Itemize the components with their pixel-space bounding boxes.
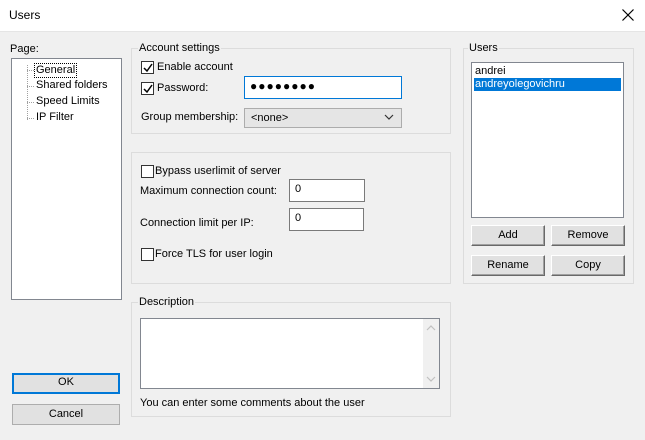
- page-item-shared-folders[interactable]: Shared folders: [36, 79, 108, 92]
- description-textarea[interactable]: [140, 318, 440, 389]
- account-settings-legend: Account settings: [138, 42, 221, 54]
- page-item-general[interactable]: General: [34, 63, 78, 78]
- rename-user-button[interactable]: Rename: [471, 255, 545, 276]
- title-bar: Users: [0, 0, 645, 32]
- cancel-button[interactable]: Cancel: [12, 404, 120, 425]
- connection-per-ip-label: Connection limit per IP:: [140, 217, 254, 229]
- max-connection-value: 0: [295, 183, 302, 195]
- user-list-item[interactable]: andrei: [474, 65, 621, 78]
- scroll-up-icon: [426, 325, 436, 331]
- password-label: Password:: [157, 82, 209, 94]
- users-legend: Users: [468, 42, 499, 54]
- scroll-down-icon: [426, 376, 436, 382]
- users-list[interactable]: andrei andreyolegovichru: [471, 62, 624, 218]
- copy-user-button[interactable]: Copy: [551, 255, 625, 276]
- close-button[interactable]: [613, 0, 645, 30]
- window-title: Users: [9, 8, 41, 22]
- password-checkbox[interactable]: [141, 82, 154, 95]
- tree-connector: [27, 118, 34, 119]
- password-field[interactable]: ●●●●●●●●: [244, 76, 402, 99]
- ok-button[interactable]: OK: [12, 373, 120, 394]
- connection-per-ip-value: 0: [295, 212, 302, 224]
- remove-user-button[interactable]: Remove: [551, 225, 625, 246]
- force-tls-label: Force TLS for user login: [155, 248, 273, 260]
- page-tree[interactable]: General Shared folders Speed Limits IP F…: [11, 58, 122, 300]
- max-connection-label: Maximum connection count:: [140, 185, 277, 197]
- tree-connector: [27, 65, 28, 120]
- tree-connector: [27, 102, 34, 103]
- chevron-down-icon: [384, 114, 394, 120]
- description-hint: You can enter some comments about the us…: [140, 397, 365, 409]
- close-icon: [622, 9, 634, 21]
- description-scrollbar[interactable]: [423, 319, 439, 388]
- bypass-userlimit-checkbox[interactable]: [141, 165, 154, 178]
- password-value: ●●●●●●●●: [250, 79, 316, 93]
- bypass-userlimit-label: Bypass userlimit of server: [155, 165, 281, 177]
- group-membership-label: Group membership:: [141, 111, 239, 123]
- group-membership-value: <none>: [251, 112, 289, 124]
- page-item-ip-filter[interactable]: IP Filter: [36, 111, 74, 124]
- check-icon: [143, 63, 153, 73]
- force-tls-checkbox[interactable]: [141, 248, 154, 261]
- user-list-item-selected[interactable]: andreyolegovichru: [474, 78, 621, 91]
- group-membership-select[interactable]: <none>: [244, 108, 402, 128]
- page-label: Page:: [10, 43, 39, 55]
- max-connection-input[interactable]: 0: [289, 179, 365, 202]
- add-user-button[interactable]: Add: [471, 225, 545, 246]
- check-icon: [143, 84, 153, 94]
- connection-per-ip-input[interactable]: 0: [289, 208, 364, 231]
- enable-account-checkbox[interactable]: [141, 61, 154, 74]
- page-item-speed-limits[interactable]: Speed Limits: [36, 95, 100, 108]
- tree-connector: [27, 70, 34, 71]
- tree-connector: [27, 86, 34, 87]
- description-legend: Description: [138, 296, 196, 308]
- enable-account-label: Enable account: [157, 61, 233, 73]
